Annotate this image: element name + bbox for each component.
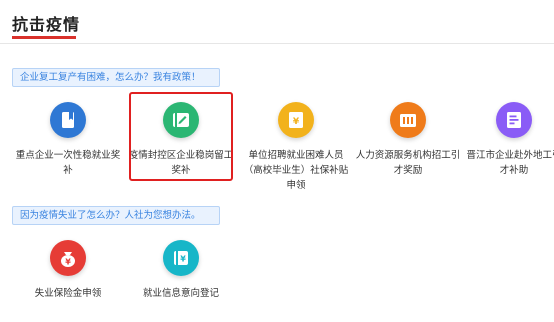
registration-icon: ¥: [163, 240, 199, 276]
service-item-hr-agency-recruitment-reward[interactable]: 人力资源服务机构招工引才奖励: [352, 102, 464, 178]
money-bag-icon: ¥: [50, 240, 86, 276]
service-item-label: 单位招聘就业困难人员（高校毕业生）社保补贴申领: [243, 150, 349, 191]
service-item-unemployment-insurance[interactable]: ¥ 失业保险金申领: [12, 240, 124, 301]
service-item-label: 就业信息意向登记: [142, 288, 219, 299]
service-item-label: 重点企业一次性稳就业奖补: [15, 150, 121, 176]
service-item-hiring-social-security-subsidy[interactable]: ¥ 单位招聘就业困难人员（高校毕业生）社保补贴申领: [240, 102, 352, 193]
section-banner-unemployment: 因为疫情失业了怎么办？人社为您想办法。: [12, 206, 220, 225]
service-item-label: 晋江市企业赴外地工引才补助: [466, 150, 554, 176]
bookmark-icon: [50, 102, 86, 138]
page-title: 抗击疫情: [12, 15, 81, 34]
section-banner-enterprise: 企业复工复产有困难，怎么办？我有政策！: [12, 68, 220, 87]
service-item-lockdown-retention-subsidy[interactable]: 疫情封控区企业稳岗留工奖补: [125, 102, 237, 178]
svg-text:¥: ¥: [65, 258, 71, 267]
form-icon: [496, 102, 532, 138]
svg-text:¥: ¥: [180, 255, 186, 264]
title-underline: [12, 36, 76, 39]
service-item-employment-registration[interactable]: ¥ 就业信息意向登记: [125, 240, 237, 301]
briefcase-icon: [390, 102, 426, 138]
service-item-stable-employment-subsidy[interactable]: 重点企业一次性稳就业奖补: [12, 102, 124, 178]
svg-text:¥: ¥: [293, 117, 300, 127]
service-item-label: 失业保险金申领: [34, 288, 102, 299]
service-item-label: 疫情封控区企业稳岗留工奖补: [128, 150, 234, 176]
title-bar: 抗击疫情: [0, 0, 554, 44]
service-item-jinjiang-recruitment-subsidy[interactable]: 晋江市企业赴外地工引才补助: [462, 102, 554, 178]
ticket-icon: [163, 102, 199, 138]
document-icon: ¥: [278, 102, 314, 138]
service-item-label: 人力资源服务机构招工引才奖励: [355, 150, 461, 176]
